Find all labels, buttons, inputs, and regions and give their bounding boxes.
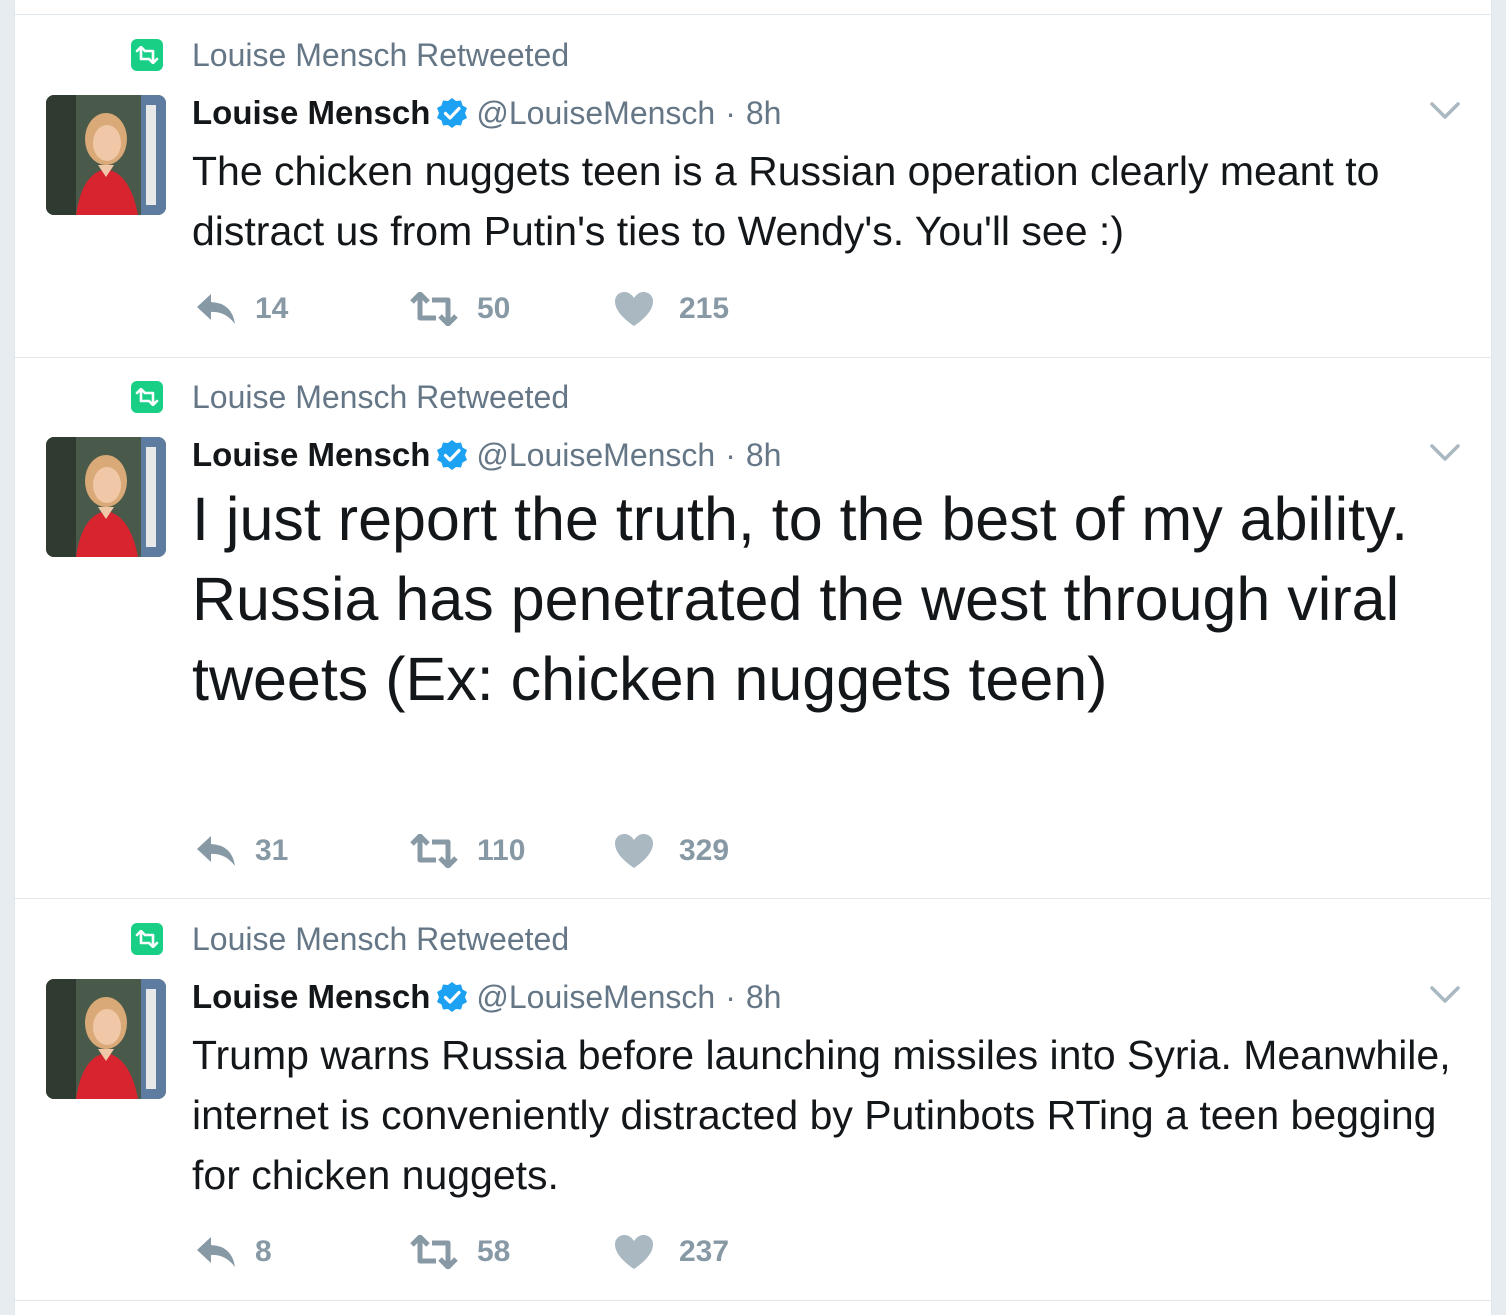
retweet-context: Louise Mensch Retweeted [131, 379, 569, 415]
reply-count: 14 [255, 292, 289, 325]
like-count: 237 [679, 1235, 730, 1268]
retweet-count: 50 [477, 292, 511, 325]
tweet-timestamp[interactable]: 8h [746, 437, 782, 474]
separator-dot: · [725, 94, 736, 131]
author-name[interactable]: Louise Mensch [192, 978, 430, 1016]
tweet-header: Louise Mensch @LouiseMensch · 8h [192, 433, 781, 477]
separator-dot: · [725, 978, 736, 1015]
author-handle[interactable]: @LouiseMensch [476, 437, 715, 474]
timeline: Louise Mensch Retweeted Louise Mensch @L… [14, 0, 1492, 1315]
verified-badge-icon [436, 97, 468, 129]
avatar[interactable] [46, 437, 166, 557]
retweet-button[interactable]: 110 [409, 831, 525, 871]
like-button[interactable]: 215 [614, 289, 729, 329]
retweet-count: 58 [477, 1235, 511, 1268]
heart-icon [615, 834, 653, 868]
tweet-text: The chicken nuggets teen is a Russian op… [192, 148, 1380, 254]
tweet-header: Louise Mensch @LouiseMensch · 8h [192, 975, 781, 1019]
retweeted-by-label[interactable]: Louise Mensch Retweeted [192, 921, 569, 958]
tweet-header: Louise Mensch @LouiseMensch · 8h [192, 91, 781, 135]
retweeted-by-label[interactable]: Louise Mensch Retweeted [192, 37, 569, 74]
tweet-timestamp[interactable]: 8h [746, 95, 782, 132]
verified-badge-icon [436, 439, 468, 471]
author-handle[interactable]: @LouiseMensch [476, 979, 715, 1016]
retweet-button[interactable]: 50 [409, 289, 510, 329]
tweet-text: I just report the truth, to the best of … [192, 485, 1409, 713]
retweet-icon [410, 292, 458, 326]
reply-icon [197, 294, 235, 324]
author-handle[interactable]: @LouiseMensch [476, 95, 715, 132]
heart-icon [615, 1235, 653, 1269]
tweet-timestamp[interactable]: 8h [746, 979, 782, 1016]
tweet-text: Trump warns Russia before launching miss… [192, 1032, 1451, 1198]
retweet-button[interactable]: 58 [409, 1232, 510, 1272]
retweet-count: 110 [477, 834, 526, 867]
reply-icon [197, 1237, 235, 1267]
retweet-context: Louise Mensch Retweeted [131, 37, 569, 73]
retweet-icon [131, 381, 163, 413]
retweet-context: Louise Mensch Retweeted [131, 921, 569, 957]
heart-icon [615, 292, 653, 326]
like-count: 329 [679, 834, 730, 867]
reply-button[interactable]: 14 [195, 289, 288, 329]
avatar[interactable] [46, 95, 166, 215]
reply-button[interactable]: 8 [195, 1232, 272, 1272]
separator-dot: · [725, 436, 736, 473]
verified-badge-icon [436, 981, 468, 1013]
avatar[interactable] [46, 979, 166, 1099]
like-count: 215 [679, 292, 730, 325]
tweet-card[interactable]: Louise Mensch Retweeted Louise Mensch @L… [15, 899, 1491, 1301]
retweet-icon [131, 39, 163, 71]
retweet-icon [131, 923, 163, 955]
retweet-icon [410, 1235, 458, 1269]
retweeted-by-label[interactable]: Louise Mensch Retweeted [192, 379, 569, 416]
retweet-icon [410, 834, 458, 868]
reply-count: 31 [255, 834, 289, 867]
like-button[interactable]: 329 [614, 831, 729, 871]
reply-icon [197, 836, 235, 866]
tweet-card[interactable]: Louise Mensch Retweeted Louise Mensch @L… [15, 357, 1491, 899]
author-name[interactable]: Louise Mensch [192, 436, 430, 474]
chevron-down-icon[interactable] [1429, 983, 1461, 1007]
chevron-down-icon[interactable] [1429, 99, 1461, 123]
author-name[interactable]: Louise Mensch [192, 94, 430, 132]
like-button[interactable]: 237 [614, 1232, 729, 1272]
tweet-card[interactable]: Louise Mensch Retweeted Louise Mensch @L… [15, 15, 1491, 358]
chevron-down-icon[interactable] [1429, 441, 1461, 465]
reply-count: 8 [255, 1235, 272, 1268]
reply-button[interactable]: 31 [195, 831, 288, 871]
